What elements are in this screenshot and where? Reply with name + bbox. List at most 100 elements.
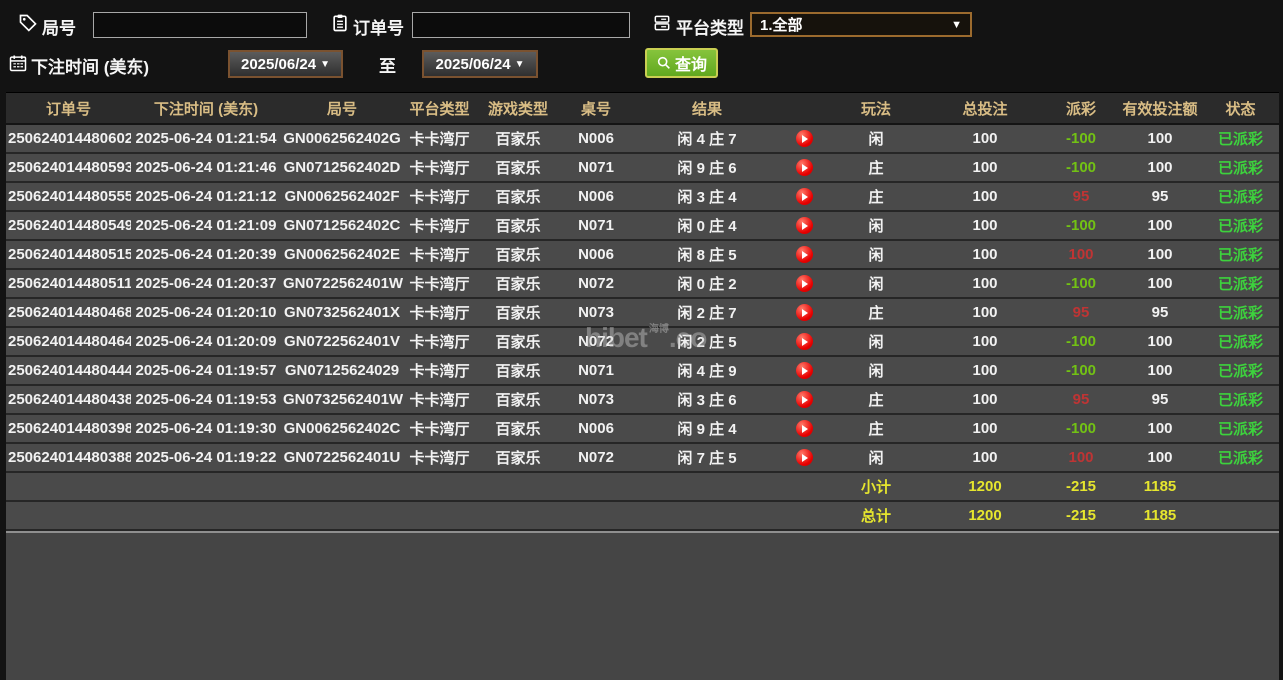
cell-order-no: 250624014480511 — [8, 275, 131, 292]
cell-bet-time: 2025-06-24 01:20:10 — [135, 304, 277, 321]
cell-game-type: 百家乐 — [495, 392, 541, 409]
column-header-10: 派彩 — [1044, 93, 1118, 125]
replay-play-icon[interactable] — [795, 420, 813, 438]
grand-total-row-total-bet: 1200 — [968, 507, 1002, 524]
column-header-8: 玩法 — [826, 93, 926, 125]
cell-status: 已派彩 — [1217, 189, 1263, 206]
date-from-value: 2025/06/24 — [241, 55, 317, 73]
cell-bet-time: 2025-06-24 01:19:30 — [135, 420, 277, 437]
cell-order-no: 250624014480438 — [8, 391, 131, 408]
replay-play-icon[interactable] — [795, 130, 813, 148]
replay-play-icon[interactable] — [795, 304, 813, 322]
cell-table-no: N006 — [578, 188, 614, 205]
cell-status: 已派彩 — [1217, 160, 1263, 177]
cell-game-type: 百家乐 — [495, 276, 541, 293]
replay-play-icon[interactable] — [795, 362, 813, 380]
cell-game-no: GN0722562401W — [283, 275, 403, 292]
cell-status: 已派彩 — [1217, 218, 1263, 235]
replay-play-icon[interactable] — [795, 246, 813, 264]
cell-game-type: 百家乐 — [495, 421, 541, 438]
column-header-7 — [782, 93, 826, 125]
replay-play-icon[interactable] — [795, 333, 813, 351]
column-header-5: 桌号 — [560, 93, 632, 125]
game-no-input[interactable] — [93, 12, 307, 38]
cell-result: 闲 0 庄 2 — [677, 276, 737, 293]
table-body: 250624014480602 2025-06-24 01:21:54 GN0062… — [6, 124, 1279, 530]
table-row: 250624014480515 2025-06-24 01:20:39 GN0062… — [6, 240, 1279, 269]
search-icon — [657, 56, 670, 69]
cell-payout: -100 — [1065, 420, 1097, 437]
date-from-picker[interactable]: 2025/06/24 ▼ — [228, 50, 343, 78]
cell-game-type: 百家乐 — [495, 450, 541, 467]
cell-valid-bet: 95 — [1151, 304, 1169, 321]
cell-order-no: 250624014480593 — [8, 159, 131, 176]
cell-replay — [782, 356, 826, 385]
date-to-picker[interactable]: 2025/06/24 ▼ — [422, 50, 538, 78]
cell-order-no: 250624014480549 — [8, 217, 131, 234]
platform-type-selected: 1.全部 — [760, 17, 803, 34]
cell-game-no: GN0732562401W — [283, 391, 403, 408]
column-header-2: 局号 — [281, 93, 403, 125]
bet-records-table: 订单号 下注时间 (美东) 局号 平台类型 游戏类型 桌号 结果 玩法 总投注 派彩 有效投注额 状态… — [6, 92, 1279, 680]
replay-play-icon[interactable] — [795, 188, 813, 206]
filter-bar: 局号 订单号 平台类型 1.全部 ▼ 下注时间 (美东) 2025/06/24 … — [0, 0, 1283, 92]
cell-total-bet: 100 — [972, 420, 998, 437]
replay-play-icon[interactable] — [795, 391, 813, 409]
replay-play-icon[interactable] — [795, 217, 813, 235]
calendar-icon — [8, 53, 28, 73]
column-header-1: 下注时间 (美东) — [131, 93, 281, 125]
cell-play: 庄 — [868, 189, 884, 206]
cell-game-no: GN0732562401X — [284, 304, 400, 321]
replay-play-icon[interactable] — [795, 275, 813, 293]
cell-replay — [782, 298, 826, 327]
cell-payout: 95 — [1072, 391, 1090, 408]
cell-status: 已派彩 — [1217, 334, 1263, 351]
tag-icon — [18, 13, 38, 33]
cell-order-no: 250624014480515 — [8, 246, 131, 263]
cell-order-no: 250624014480464 — [8, 333, 131, 350]
cell-game-no: GN0062562402G — [283, 130, 401, 147]
cell-game-no: GN0062562402C — [283, 420, 401, 437]
cell-status: 已派彩 — [1217, 363, 1263, 380]
cell-game-type: 百家乐 — [495, 131, 541, 148]
cell-payout: -100 — [1065, 275, 1097, 292]
cell-status: 已派彩 — [1217, 276, 1263, 293]
cell-result: 闲 4 庄 9 — [677, 363, 737, 380]
cell-payout: 95 — [1072, 188, 1090, 205]
cell-total-bet: 100 — [972, 246, 998, 263]
cell-table-no: N072 — [578, 275, 614, 292]
grand-total-row-payout: -215 — [1065, 507, 1097, 524]
cell-game-type: 百家乐 — [495, 247, 541, 264]
cell-platform: 卡卡湾厅 — [409, 131, 470, 148]
cell-play: 闲 — [868, 131, 884, 148]
table-row: 250624014480602 2025-06-24 01:21:54 GN0062… — [6, 124, 1279, 153]
query-button[interactable]: 查询 — [645, 48, 719, 78]
column-header-3: 平台类型 — [403, 93, 476, 125]
column-header-11: 有效投注额 — [1118, 93, 1202, 125]
column-header-12: 状态 — [1202, 93, 1279, 125]
platform-type-select[interactable]: 1.全部 ▼ — [750, 12, 972, 37]
cell-game-type: 百家乐 — [495, 305, 541, 322]
order-no-input[interactable] — [412, 12, 630, 38]
table-row: 250624014480593 2025-06-24 01:21:46 GN0712… — [6, 153, 1279, 182]
replay-play-icon[interactable] — [795, 449, 813, 467]
cell-total-bet: 100 — [972, 449, 998, 466]
cell-result: 闲 3 庄 4 — [677, 189, 737, 206]
cell-valid-bet: 100 — [1147, 246, 1173, 263]
cell-result: 闲 2 庄 7 — [677, 305, 737, 322]
replay-play-icon[interactable] — [795, 159, 813, 177]
cell-status: 已派彩 — [1217, 392, 1263, 409]
clipboard-icon — [330, 13, 350, 33]
cell-replay — [782, 327, 826, 356]
cell-total-bet: 100 — [972, 362, 998, 379]
cell-game-type: 百家乐 — [495, 334, 541, 351]
cell-table-no: N073 — [578, 304, 614, 321]
subtotal-row-payout: -215 — [1065, 478, 1097, 495]
cell-play: 闲 — [868, 218, 884, 235]
cell-platform: 卡卡湾厅 — [409, 450, 470, 467]
cell-valid-bet: 95 — [1151, 391, 1169, 408]
cell-platform: 卡卡湾厅 — [409, 305, 470, 322]
cell-total-bet: 100 — [972, 304, 998, 321]
cell-total-bet: 100 — [972, 130, 998, 147]
grand-total-row-label: 总计 — [860, 508, 891, 525]
